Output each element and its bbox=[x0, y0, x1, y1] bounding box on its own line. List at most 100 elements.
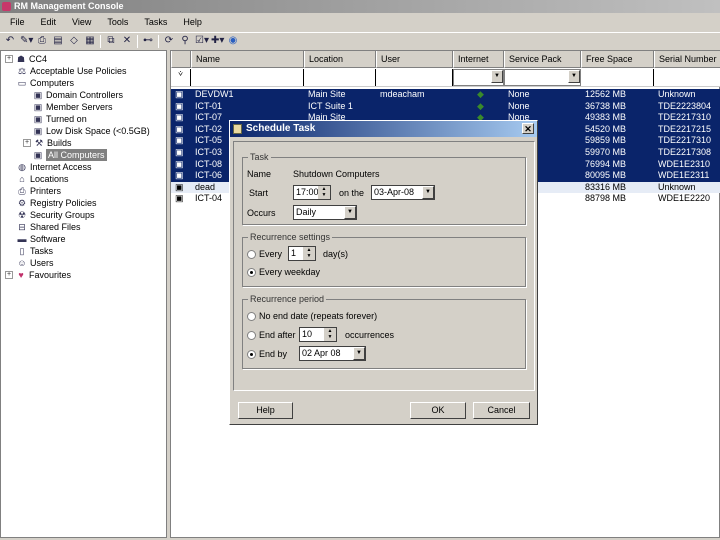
computer-icon: ▣ bbox=[175, 158, 184, 169]
expand-icon[interactable]: + bbox=[23, 139, 31, 147]
computer-icon: ▣ bbox=[175, 123, 184, 134]
dialog-title-bar[interactable]: Schedule Task ✕ bbox=[230, 121, 537, 137]
tree-item[interactable]: ▭ Computers bbox=[17, 77, 74, 89]
every-weekday-radio[interactable] bbox=[247, 268, 256, 277]
time-field[interactable]: 17:00 ▲ ▼ bbox=[293, 185, 331, 200]
cell-name: DEVDW1 bbox=[195, 89, 234, 99]
delete-icon[interactable]: ✕ bbox=[121, 35, 133, 47]
every-weekday-label: Every weekday bbox=[259, 267, 321, 277]
internet-icon: ◆ bbox=[477, 100, 484, 111]
tree-item[interactable]: + ☗ CC4 bbox=[5, 53, 47, 65]
tree-item[interactable]: ▣ Member Servers bbox=[33, 101, 113, 113]
column-header[interactable]: Service Pack bbox=[504, 51, 581, 68]
cell-serial: WDE1E2220 bbox=[658, 193, 711, 204]
tree-item[interactable]: ▬ Software bbox=[17, 233, 66, 245]
tree-item[interactable]: ⊟ Shared Files bbox=[17, 221, 80, 233]
column-header[interactable]: Location bbox=[304, 51, 376, 68]
find-icon[interactable]: ⚲ bbox=[179, 35, 191, 47]
cell-free: 76994 MB bbox=[585, 158, 627, 169]
computer-icon: ▣ bbox=[175, 112, 184, 123]
cell-free: 59970 MB bbox=[585, 147, 627, 157]
print-icon[interactable]: ⎙ bbox=[36, 35, 48, 47]
end-by-dropdown[interactable]: 02 Apr 08 ▼ bbox=[299, 346, 366, 361]
cancel-button[interactable]: Cancel bbox=[473, 402, 530, 419]
menu-edit[interactable]: Edit bbox=[31, 14, 63, 30]
view-icon[interactable]: ⊷ bbox=[142, 35, 154, 47]
tree-item[interactable]: ▯ Tasks bbox=[17, 245, 54, 257]
help-icon[interactable]: ◉ bbox=[227, 35, 239, 47]
date-dropdown[interactable]: 03-Apr-08 ▼ bbox=[371, 185, 435, 200]
column-header[interactable]: Free Space bbox=[581, 51, 654, 68]
menu-file[interactable]: File bbox=[0, 14, 31, 30]
tree-item[interactable]: ▣ Low Disk Space (<0.5GB) bbox=[33, 125, 150, 137]
column-header[interactable]: Internet bbox=[453, 51, 504, 68]
wizard-icon[interactable]: ✎▾ bbox=[20, 35, 33, 47]
tree-item[interactable]: ⌂ Locations bbox=[17, 173, 68, 185]
menu-tools[interactable]: Tools bbox=[97, 14, 134, 30]
filter-location[interactable] bbox=[304, 69, 376, 86]
expand-icon[interactable]: + bbox=[5, 271, 13, 279]
new-icon[interactable]: ✚▾ bbox=[211, 35, 224, 47]
filter-serial[interactable] bbox=[654, 69, 720, 86]
grid-icon[interactable]: ▦ bbox=[84, 35, 96, 47]
filter-user[interactable] bbox=[376, 69, 453, 86]
name-label: Name bbox=[247, 169, 272, 179]
menu-tasks[interactable]: Tasks bbox=[134, 14, 173, 30]
end-by-radio[interactable] bbox=[247, 350, 256, 359]
tree-item[interactable]: ◍ Internet Access bbox=[17, 161, 91, 173]
tree-item[interactable]: ⚙ Registry Policies bbox=[17, 197, 97, 209]
filter-internet[interactable]: ▼ bbox=[453, 69, 504, 86]
expand-icon[interactable]: + bbox=[5, 55, 13, 63]
tree-item-label: Security Groups bbox=[30, 210, 95, 220]
filter-free-space[interactable] bbox=[581, 69, 654, 86]
occurrences-label: occurrences bbox=[345, 330, 395, 340]
recurrence-period-group: Recurrence period No end date (repeats f… bbox=[242, 294, 526, 369]
tree-item[interactable]: ▣ All Computers bbox=[33, 149, 107, 161]
tree-item[interactable]: + ♥ Favourites bbox=[5, 269, 71, 281]
tree-item[interactable]: ▣ Turned on bbox=[33, 113, 87, 125]
tree-item-label: Turned on bbox=[46, 114, 87, 124]
column-header[interactable]: Name bbox=[191, 51, 304, 68]
tree-item[interactable]: ☢ Security Groups bbox=[17, 209, 95, 221]
occurrences-field[interactable]: 10 ▲ ▼ bbox=[299, 327, 337, 342]
properties-icon[interactable]: ▤ bbox=[52, 35, 64, 47]
filter-service-pack[interactable]: ▼ bbox=[504, 69, 581, 86]
end-after-radio[interactable] bbox=[247, 331, 256, 340]
header-icon-column[interactable] bbox=[171, 51, 191, 68]
tree-item[interactable]: ☺ Users bbox=[17, 257, 53, 269]
column-header[interactable]: User bbox=[376, 51, 453, 68]
recurrence-settings-group: Recurrence settings Every 1 ▲ ▼ day(s) Eve… bbox=[242, 232, 526, 287]
column-header[interactable]: Serial Number bbox=[654, 51, 720, 68]
software-icon: ▬ bbox=[17, 234, 27, 244]
every-days-field[interactable]: 1 ▲ ▼ bbox=[288, 246, 316, 261]
table-row[interactable]: ▣ ICT-01 ICT Suite 1 ◆ None 36738 MB TDE222380… bbox=[171, 100, 720, 113]
tree-item[interactable]: ▣ Domain Controllers bbox=[33, 89, 123, 101]
menu-help[interactable]: Help bbox=[173, 14, 208, 30]
tree-item-label: Tasks bbox=[30, 246, 54, 256]
copy-icon[interactable]: ⧉ bbox=[105, 35, 117, 47]
close-button[interactable]: ✕ bbox=[522, 123, 534, 134]
back-icon[interactable]: ↶ bbox=[4, 35, 16, 47]
table-row[interactable]: ▣ DEVDW1 Main Site mdeacham ◆ None 12562 MB Unk… bbox=[171, 89, 720, 101]
filter-icon[interactable]: ⩒ bbox=[171, 69, 191, 86]
menu-view[interactable]: View bbox=[62, 14, 97, 30]
tree-item[interactable]: ⚖ Acceptable Use Policies bbox=[17, 65, 127, 77]
check-icon[interactable]: ☑▾ bbox=[195, 35, 209, 47]
tree-item[interactable]: ⎙ Printers bbox=[17, 185, 61, 197]
group-icon: ▣ bbox=[33, 102, 43, 112]
computer-icon: ▣ bbox=[175, 135, 184, 146]
no-end-date-radio[interactable] bbox=[247, 312, 256, 321]
refresh-icon[interactable]: ⟳ bbox=[163, 35, 175, 47]
time-spinner[interactable]: ▲ ▼ bbox=[318, 186, 330, 199]
every-days-radio[interactable] bbox=[247, 250, 256, 259]
tag-icon[interactable]: ◇ bbox=[68, 35, 80, 47]
cell-free: 88798 MB bbox=[585, 193, 627, 204]
filter-name[interactable] bbox=[191, 69, 304, 86]
heart-icon: ♥ bbox=[18, 270, 24, 280]
help-button[interactable]: Help bbox=[238, 402, 293, 419]
title-bar: RM Management Console bbox=[0, 0, 720, 13]
occurs-dropdown[interactable]: Daily ▼ bbox=[293, 205, 357, 220]
printer-icon: ⎙ bbox=[18, 186, 26, 196]
ok-button[interactable]: OK bbox=[410, 402, 466, 419]
tree-item[interactable]: + ⚒ Builds bbox=[23, 137, 72, 149]
